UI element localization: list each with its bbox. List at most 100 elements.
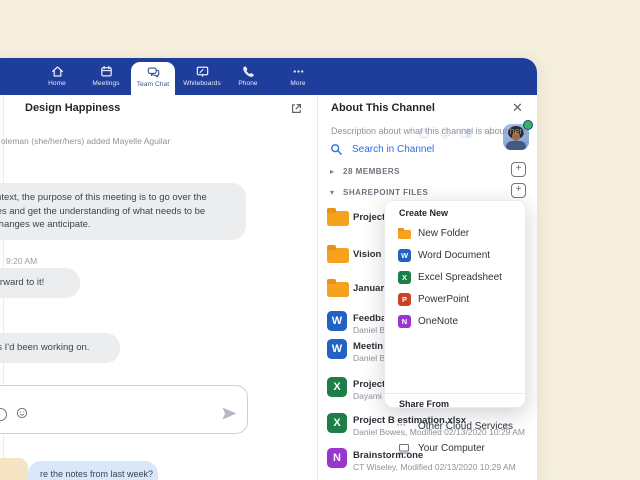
menu-item-your-computer[interactable]: Your Computer bbox=[385, 441, 525, 459]
whiteboard-icon bbox=[195, 64, 210, 79]
channel-description: Description about what this channel is a… bbox=[331, 126, 530, 136]
file-title: Meetin bbox=[353, 341, 383, 352]
chevron-down-icon[interactable]: ▾ bbox=[330, 188, 334, 197]
calendar-icon bbox=[99, 64, 114, 79]
menu-item-label: Word Document bbox=[418, 250, 490, 261]
ellipsis-icon: ··· bbox=[397, 420, 406, 430]
excel-file-icon: X bbox=[327, 413, 347, 433]
tab-meetings[interactable]: Meetings bbox=[80, 61, 132, 95]
menu-item-excel-spreadsheet[interactable]: X Excel Spreadsheet bbox=[385, 270, 525, 288]
onenote-icon: N bbox=[398, 315, 411, 328]
word-letter: W bbox=[332, 315, 342, 327]
home-icon bbox=[50, 64, 65, 79]
timestamp: 9:20 AM bbox=[6, 256, 37, 266]
add-file-button[interactable]: + bbox=[511, 183, 526, 198]
folder-icon bbox=[327, 248, 349, 263]
menu-item-other-cloud-services[interactable]: ··· Other Cloud Services › bbox=[385, 419, 525, 437]
onenote-letter: N bbox=[402, 317, 407, 326]
tab-whiteboards[interactable]: Whiteboards bbox=[175, 61, 229, 95]
app-window: Home Meetings Team Chat Whiteboards Phon… bbox=[0, 58, 537, 480]
folder-icon bbox=[398, 230, 411, 239]
sharepoint-files-section-label[interactable]: SHAREPOINT FILES bbox=[343, 188, 428, 197]
word-icon: W bbox=[398, 249, 411, 262]
cropped-avatar bbox=[0, 458, 28, 480]
laptop-icon bbox=[397, 443, 411, 455]
onenote-file-icon: N bbox=[327, 448, 347, 468]
message-line: context, the purpose of this meeting is … bbox=[0, 191, 234, 205]
tab-label: Team Chat bbox=[131, 81, 175, 88]
chat-title: Design Happiness bbox=[25, 102, 120, 114]
excel-icon: X bbox=[398, 271, 411, 284]
menu-item-new-folder[interactable]: New Folder bbox=[385, 226, 525, 244]
members-section-label[interactable]: 28 MEMBERS bbox=[343, 167, 400, 176]
menu-divider bbox=[385, 393, 525, 394]
chat-bubbles-icon bbox=[146, 65, 161, 80]
send-icon[interactable] bbox=[221, 406, 238, 421]
share-from-header: Share From bbox=[399, 399, 449, 409]
search-icon[interactable] bbox=[330, 143, 343, 156]
chat-message: context, the purpose of this meeting is … bbox=[0, 183, 246, 240]
message-line: e changes we anticipate. bbox=[0, 218, 234, 232]
menu-item-label: Excel Spreadsheet bbox=[418, 272, 502, 283]
create-new-header: Create New bbox=[399, 208, 448, 218]
file-title: Project bbox=[353, 212, 385, 223]
chat-message: ns I'd been working on. bbox=[0, 333, 120, 363]
menu-item-powerpoint[interactable]: P PowerPoint bbox=[385, 292, 525, 310]
create-new-menu: Create New New Folder W Word Document X … bbox=[384, 200, 526, 408]
emoji-icon[interactable] bbox=[16, 407, 28, 419]
word-file-icon: W bbox=[327, 311, 347, 331]
search-in-channel-link[interactable]: Search in Channel bbox=[352, 144, 434, 155]
powerpoint-letter: P bbox=[402, 295, 407, 304]
menu-item-label: Other Cloud Services bbox=[418, 421, 513, 432]
menu-item-label: PowerPoint bbox=[418, 294, 469, 305]
tab-team-chat[interactable]: Team Chat bbox=[131, 62, 175, 95]
file-meta: Daniel B bbox=[353, 325, 385, 335]
file-title: Project bbox=[353, 379, 385, 390]
message-input[interactable] bbox=[0, 385, 248, 434]
file-title: Feedba bbox=[353, 313, 386, 324]
tab-label: Home bbox=[35, 80, 79, 87]
message-line: nges and get the understanding of what n… bbox=[0, 205, 234, 219]
excel-file-icon: X bbox=[327, 377, 347, 397]
tab-label: Phone bbox=[229, 80, 267, 87]
tab-label: Whiteboards bbox=[175, 80, 229, 87]
folder-icon bbox=[327, 211, 349, 226]
avatar-body bbox=[506, 141, 526, 150]
chat-message: forward to it! bbox=[0, 268, 80, 298]
file-meta: CT Wiseley, Modified 02/13/2020 10:29 AM bbox=[353, 462, 516, 472]
menu-item-word-document[interactable]: W Word Document bbox=[385, 248, 525, 266]
tab-home[interactable]: Home bbox=[35, 61, 79, 95]
onenote-letter: N bbox=[333, 452, 341, 464]
add-member-button[interactable]: + bbox=[511, 162, 526, 177]
open-in-window-icon[interactable] bbox=[290, 102, 303, 115]
excel-letter: X bbox=[333, 417, 340, 429]
system-message: oleman (she/her/hers) added Mayelle Agui… bbox=[1, 136, 170, 146]
file-title: Vision bbox=[353, 249, 381, 260]
file-meta: Dayami bbox=[353, 391, 382, 401]
folder-icon bbox=[327, 282, 349, 297]
word-letter: W bbox=[401, 251, 408, 260]
top-navbar: Home Meetings Team Chat Whiteboards Phon… bbox=[0, 58, 537, 95]
word-letter: W bbox=[332, 343, 342, 355]
tab-more[interactable]: More bbox=[278, 61, 318, 95]
panel-title: About This Channel bbox=[331, 102, 435, 114]
file-meta: Daniel B bbox=[353, 353, 385, 363]
chat-message: re the notes from last week? bbox=[28, 461, 158, 480]
menu-item-label: Your Computer bbox=[418, 443, 485, 454]
tab-phone[interactable]: Phone bbox=[229, 61, 267, 95]
file-title: Januar bbox=[353, 283, 384, 294]
excel-letter: X bbox=[402, 273, 407, 282]
chevron-right-icon: › bbox=[504, 420, 508, 432]
more-dots-icon bbox=[291, 64, 306, 79]
menu-item-label: New Folder bbox=[418, 228, 469, 239]
close-icon[interactable]: ✕ bbox=[512, 100, 523, 116]
tab-label: More bbox=[278, 80, 318, 87]
chevron-right-icon[interactable]: ▸ bbox=[330, 167, 334, 176]
excel-letter: X bbox=[333, 381, 340, 393]
menu-item-label: OneNote bbox=[418, 316, 458, 327]
powerpoint-icon: P bbox=[398, 293, 411, 306]
phone-icon bbox=[241, 64, 256, 79]
tab-label: Meetings bbox=[80, 80, 132, 87]
panel-divider bbox=[317, 95, 318, 480]
menu-item-onenote[interactable]: N OneNote bbox=[385, 314, 525, 332]
